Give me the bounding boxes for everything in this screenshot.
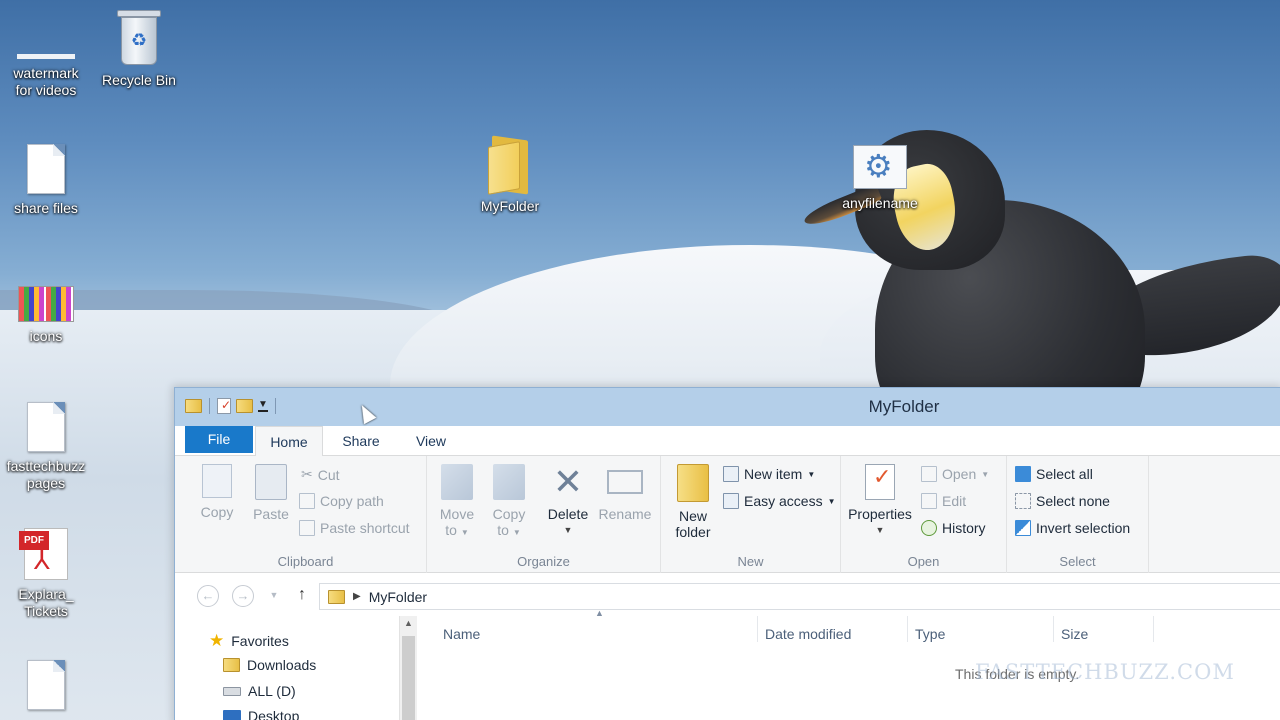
address-bar-row: ← → ▼ ↑ ▶ MyFolder <box>175 573 1280 617</box>
tab-share[interactable]: Share <box>327 426 395 456</box>
history-button[interactable]: History <box>921 520 986 536</box>
group-select: Select all Select none Invert selection … <box>1007 456 1149 573</box>
tab-home[interactable]: Home <box>255 426 323 457</box>
column-header-name[interactable]: Name <box>443 626 480 642</box>
brand-watermark: FASTTECHBUZZ.COM <box>975 660 1235 684</box>
properties-icon <box>865 464 895 500</box>
properties-button[interactable]: Properties ▼ <box>845 464 915 538</box>
breadcrumb[interactable]: MyFolder <box>369 589 427 605</box>
watermark-file-icon <box>17 54 75 59</box>
pdf-icon: PDF ⅄ <box>19 528 68 580</box>
recent-locations-dropdown[interactable]: ▼ <box>263 585 285 607</box>
scroll-up-icon[interactable]: ▲ <box>404 618 413 628</box>
folder-icon <box>488 135 532 195</box>
invert-selection-button[interactable]: Invert selection <box>1015 520 1130 536</box>
document-icon <box>27 402 65 452</box>
desktop-icon-share-files[interactable]: share files <box>4 144 88 217</box>
desktop-icon-recycle-bin[interactable]: ♻ Recycle Bin <box>97 10 181 89</box>
downloads-folder-icon <box>223 658 240 672</box>
desktop-icon <box>223 710 241 720</box>
up-button[interactable]: ↑ <box>291 585 313 607</box>
chevron-right-icon: ▶ <box>353 591 361 602</box>
delete-button[interactable]: ✕ Delete ▼ <box>543 464 593 538</box>
easy-access-button[interactable]: Easy access ▼ <box>723 493 836 509</box>
nav-item-favorites[interactable]: ★ Favorites <box>209 631 289 651</box>
paste-button[interactable]: Paste <box>247 464 295 522</box>
group-open: Properties ▼ Open ▼ Edit History Open <box>841 456 1007 573</box>
ribbon: Copy Paste ✂ Cut Copy path Paste shortcu… <box>175 456 1280 573</box>
delete-x-icon: ✕ <box>552 461 584 502</box>
nav-pane-scrollbar[interactable]: ▲ <box>399 616 417 720</box>
open-button[interactable]: Open ▼ <box>921 466 989 482</box>
desktop-icon-myfolder[interactable]: MyFolder <box>468 135 552 215</box>
desktop-icon-icons[interactable]: icons <box>4 286 88 345</box>
copy-to-button[interactable]: Copy to ▼ <box>487 464 531 541</box>
recycle-bin-icon: ♻ <box>117 10 161 66</box>
ribbon-tabs: File Home Share View <box>175 426 1280 457</box>
select-all-icon <box>1015 466 1031 482</box>
open-icon <box>921 466 937 482</box>
new-item-button[interactable]: New item ▼ <box>723 466 815 482</box>
nav-item-all-d[interactable]: ALL (D) <box>223 683 296 699</box>
paste-icon <box>255 464 287 500</box>
script-settings-icon: ⚙ <box>853 145 907 189</box>
copy-to-icon <box>493 464 525 500</box>
invert-selection-icon <box>1015 520 1031 536</box>
desktop-icon-watermark[interactable]: watermark for videos <box>4 12 88 99</box>
easy-access-icon <box>723 493 739 509</box>
desktop-icon-fasttechbuzz-pages[interactable]: fasttechbuzz pages <box>4 402 88 492</box>
select-none-button[interactable]: Select none <box>1015 493 1110 509</box>
group-organize: Move to ▼ Copy to ▼ ✕ Delete ▼ Rename Or… <box>427 456 661 573</box>
rename-icon <box>607 470 643 494</box>
image-thumbnail-icon <box>18 286 74 322</box>
tab-view[interactable]: View <box>397 426 465 456</box>
scrollbar-thumb[interactable] <box>402 636 415 720</box>
select-none-icon <box>1015 493 1031 509</box>
folder-icon <box>328 589 345 604</box>
window-title: MyFolder <box>868 397 940 416</box>
sort-ascending-icon: ▲ <box>595 608 604 618</box>
group-clipboard: Copy Paste ✂ Cut Copy path Paste shortcu… <box>185 456 427 573</box>
forward-button[interactable]: → <box>232 585 254 607</box>
document-icon <box>27 660 65 710</box>
scissors-icon: ✂ <box>301 466 313 482</box>
select-all-button[interactable]: Select all <box>1015 466 1093 482</box>
column-header-size[interactable]: Size <box>1061 626 1088 642</box>
desktop-icon-explara-tickets[interactable]: PDF ⅄ Explara_ Tickets <box>4 528 88 620</box>
desktop-icon-document[interactable] <box>4 660 88 714</box>
tab-file[interactable]: File <box>185 426 253 453</box>
title-bar[interactable]: ▼ MyFolder <box>175 388 1280 426</box>
column-header-type[interactable]: Type <box>915 626 945 642</box>
new-folder-icon <box>677 464 709 502</box>
column-header-date-modified[interactable]: Date modified <box>765 626 851 642</box>
copy-button[interactable]: Copy <box>195 464 239 520</box>
history-icon <box>921 520 937 536</box>
edit-button[interactable]: Edit <box>921 493 966 509</box>
document-icon <box>27 144 65 194</box>
back-button[interactable]: ← <box>197 585 219 607</box>
copy-icon <box>202 464 232 498</box>
new-folder-button[interactable]: New folder <box>671 464 715 540</box>
group-new: New folder New item ▼ Easy access ▼ New <box>661 456 841 573</box>
desktop-icon-anyfilename[interactable]: ⚙ anyfilename <box>838 145 922 212</box>
address-input[interactable]: ▶ MyFolder <box>319 583 1280 610</box>
new-item-icon <box>723 466 739 482</box>
paste-shortcut-button[interactable]: Paste shortcut <box>299 520 410 536</box>
paste-shortcut-icon <box>299 520 315 536</box>
move-to-icon <box>441 464 473 500</box>
copy-path-icon <box>299 493 315 509</box>
drive-icon <box>223 686 241 696</box>
cut-button[interactable]: ✂ Cut <box>301 466 340 483</box>
move-to-button[interactable]: Move to ▼ <box>435 464 479 541</box>
edit-icon <box>921 493 937 509</box>
nav-item-desktop[interactable]: Desktop <box>223 708 299 720</box>
copy-path-button[interactable]: Copy path <box>299 493 384 509</box>
rename-button[interactable]: Rename <box>597 464 653 522</box>
nav-item-downloads[interactable]: Downloads <box>223 657 316 673</box>
star-icon: ★ <box>209 631 225 650</box>
